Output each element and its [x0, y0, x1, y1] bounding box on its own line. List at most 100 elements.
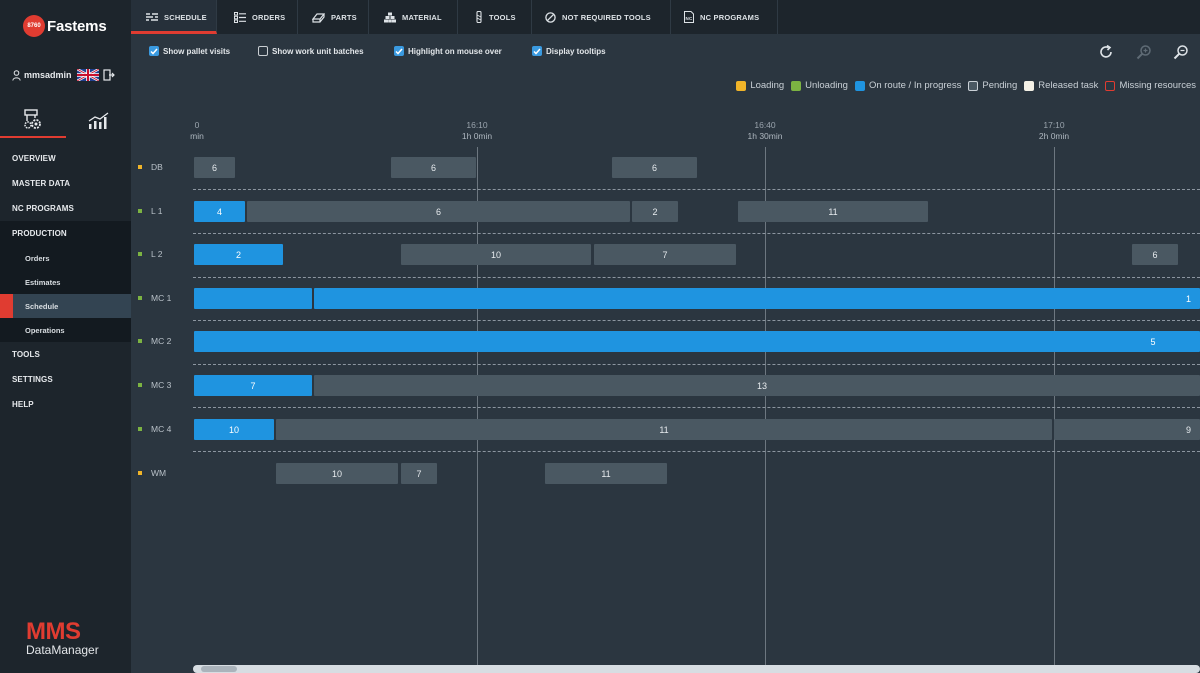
production-mode-button[interactable]	[0, 104, 66, 138]
tab-material[interactable]: MATERIAL	[369, 0, 458, 34]
option-label: Highlight on mouse over	[408, 46, 502, 56]
task-bar[interactable]: 10	[276, 463, 398, 484]
resource-dot	[138, 165, 142, 169]
nav-schedule[interactable]: Schedule	[0, 294, 131, 318]
tab-orders[interactable]: ORDERS	[217, 0, 298, 34]
axis-time-label: 16:40	[754, 120, 776, 130]
legend-swatch	[791, 80, 802, 91]
nav-operations[interactable]: Operations	[0, 318, 131, 342]
nav-settings[interactable]: SETTINGS	[0, 367, 131, 392]
legend-label: Unloading	[805, 80, 848, 91]
user-icon	[12, 69, 21, 81]
resource-label-mc4: MC 4	[138, 424, 171, 434]
nav-orders[interactable]: Orders	[0, 246, 131, 270]
task-bar[interactable]: 11	[276, 419, 1052, 440]
task-bar[interactable]: 7	[401, 463, 437, 484]
task-bar[interactable]	[194, 288, 312, 309]
zoom-out-icon[interactable]	[1173, 44, 1189, 60]
logo-name: Fastems	[47, 17, 107, 35]
tab-bar: SCHEDULE ORDERS PARTS MATERIAL TOOLS NOT…	[131, 0, 1200, 34]
task-bar[interactable]: 7	[594, 244, 736, 265]
production-gears-icon	[24, 109, 41, 129]
resource-name: MC 4	[151, 424, 172, 434]
tab-schedule[interactable]: SCHEDULE	[131, 0, 217, 34]
task-bar[interactable]: 10	[194, 419, 274, 440]
task-bar[interactable]: 6	[391, 157, 476, 178]
legend-label: On route / In progress	[868, 80, 962, 91]
task-bar[interactable]: 10	[401, 244, 591, 265]
task-bar[interactable]: 4	[194, 201, 245, 222]
resource-name: MC 1	[151, 293, 172, 303]
tab-not-required-tools-label: NOT REQUIRED TOOLS	[562, 12, 651, 22]
refresh-icon[interactable]	[1098, 44, 1114, 60]
tab-orders-label: ORDERS	[252, 12, 286, 22]
checkbox-checked-icon[interactable]	[149, 46, 159, 56]
nav-master-data[interactable]: MASTER DATA	[0, 171, 131, 196]
resource-dot	[138, 427, 142, 431]
task-bar[interactable]: 11	[545, 463, 667, 484]
horizontal-scrollbar[interactable]	[193, 665, 1200, 673]
resource-name: L 2	[151, 249, 163, 259]
resource-name: DB	[151, 162, 163, 172]
nav-help[interactable]: HELP	[0, 392, 131, 417]
axis-duration-label: 2h 0min	[1038, 131, 1070, 141]
mms-subtitle: DataManager	[26, 643, 99, 657]
task-bar[interactable]: 6	[194, 157, 235, 178]
nc-program-icon: NC	[684, 11, 694, 23]
list-icon	[234, 11, 246, 23]
fastems-logo[interactable]: 8760 Fastems	[23, 15, 107, 37]
legend-label: Missing resources	[1119, 80, 1196, 91]
zoom-in-icon[interactable]	[1136, 44, 1152, 60]
tab-tools[interactable]: TOOLS	[458, 0, 532, 34]
axis-time-label: 16:10	[466, 120, 488, 130]
nav-overview[interactable]: OVERVIEW	[0, 146, 131, 171]
row-separator	[193, 233, 1200, 234]
chart-icon	[88, 112, 108, 129]
task-bar[interactable]: 2	[194, 244, 283, 265]
option-display-tooltips[interactable]: Display tooltips	[532, 46, 606, 56]
option-highlight-on-mouse-over[interactable]: Highlight on mouse over	[394, 46, 502, 56]
option-show-pallet-visits[interactable]: Show pallet visits	[149, 46, 230, 56]
nav-production[interactable]: PRODUCTION	[0, 221, 131, 246]
resource-dot	[138, 209, 142, 213]
parts-icon	[312, 12, 325, 23]
task-bar[interactable]: 2	[632, 201, 678, 222]
axis-duration-label: 1h 30min	[747, 131, 783, 141]
resource-dot	[138, 252, 142, 256]
schedule-timeline: 0 min 16:10 1h 0min 16:40 1h 30min 17:10…	[131, 116, 1200, 673]
legend-swatch	[1105, 80, 1116, 91]
task-bar[interactable]: 5	[194, 331, 1200, 352]
logout-icon[interactable]	[102, 69, 115, 81]
username[interactable]: mmsadmin	[24, 70, 72, 80]
nav-tools[interactable]: TOOLS	[0, 342, 131, 367]
scrollbar-thumb[interactable]	[201, 666, 237, 672]
task-bar[interactable]: 6	[612, 157, 697, 178]
statistics-mode-button[interactable]	[66, 104, 131, 138]
task-bar[interactable]: 11	[738, 201, 928, 222]
not-required-icon	[545, 11, 556, 23]
axis-duration-label: min	[190, 131, 204, 141]
checkbox-checked-icon[interactable]	[394, 46, 404, 56]
option-show-work-unit-batches[interactable]: Show work unit batches	[258, 46, 364, 56]
axis-duration-label: 1h 0min	[461, 131, 493, 141]
tab-nc-programs[interactable]: NC NC PROGRAMS	[671, 0, 778, 34]
tab-parts[interactable]: PARTS	[298, 0, 369, 34]
row-separator	[193, 407, 1200, 408]
resource-label-wm: WM	[138, 468, 166, 478]
tab-not-required-tools[interactable]: NOT REQUIRED TOOLS	[532, 0, 671, 34]
nav-estimates[interactable]: Estimates	[0, 270, 131, 294]
task-bar[interactable]: 7	[194, 375, 312, 396]
row-separator	[193, 189, 1200, 190]
nav-nc-programs[interactable]: NC PROGRAMS	[0, 196, 131, 221]
task-bar[interactable]: 9	[1054, 419, 1200, 440]
axis-time-label: 0	[194, 120, 200, 130]
uk-flag-icon[interactable]	[76, 69, 99, 81]
sidebar: 8760 Fastems mmsadmin OVERVIEW MASTER DA…	[0, 0, 131, 673]
checkbox-unchecked-icon[interactable]	[258, 46, 268, 56]
legend-label: Pending	[982, 80, 1018, 91]
task-bar[interactable]: 6	[1132, 244, 1178, 265]
task-bar[interactable]: 1	[314, 288, 1200, 309]
checkbox-checked-icon[interactable]	[532, 46, 542, 56]
task-bar[interactable]: 13	[314, 375, 1200, 396]
task-bar[interactable]: 6	[247, 201, 630, 222]
